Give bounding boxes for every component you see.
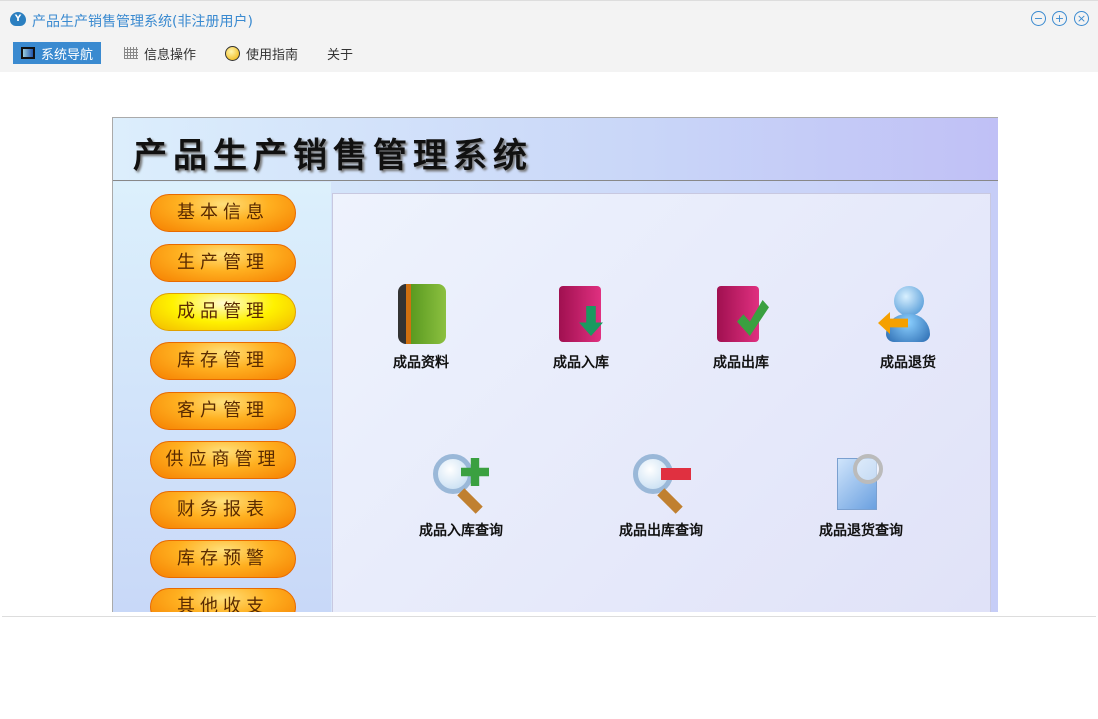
- system-title: 产品生产销售管理系统: [133, 136, 533, 176]
- menu-label: 信息操作: [144, 47, 197, 63]
- func-stock-out[interactable]: 成品出库: [676, 284, 806, 372]
- nav-financial-reports[interactable]: 财务报表: [150, 491, 296, 529]
- func-label: 成品退货查询: [819, 523, 903, 539]
- function-area: 成品资料 成品入库 成品出库 成品退货 成品入库查询 成品出库查询 成品退货查询: [332, 193, 991, 612]
- maximize-icon[interactable]: +: [1052, 11, 1067, 26]
- search-minus-icon: [631, 452, 691, 514]
- app-logo-icon: Y: [10, 12, 26, 26]
- menu-label: 关于: [327, 47, 354, 63]
- help-icon: [225, 45, 240, 61]
- menu-bar: 系统导航 信息操作 使用指南 关于: [0, 38, 1098, 72]
- nav-inventory[interactable]: 库存管理: [150, 342, 296, 380]
- monitor-icon: [21, 47, 35, 59]
- window-title: 产品生产销售管理系统(非注册用户): [32, 14, 253, 30]
- func-label: 成品入库查询: [419, 523, 503, 539]
- menu-info-operations[interactable]: 信息操作: [116, 42, 204, 64]
- minimize-icon[interactable]: −: [1031, 11, 1046, 26]
- nav-production[interactable]: 生产管理: [150, 244, 296, 282]
- nav-basic-info[interactable]: 基本信息: [150, 194, 296, 232]
- sidebar: 基本信息 生产管理 成品管理 库存管理 客户管理 供应商管理 财务报表 库存预警…: [113, 182, 331, 612]
- nav-suppliers[interactable]: 供应商管理: [150, 441, 296, 479]
- close-icon[interactable]: ×: [1074, 11, 1089, 26]
- func-label: 成品资料: [393, 355, 449, 371]
- folder-out-icon: [711, 284, 771, 346]
- system-header: 产品生产销售管理系统: [113, 118, 998, 181]
- nav-stock-alert[interactable]: 库存预警: [150, 540, 296, 578]
- func-product-info[interactable]: 成品资料: [356, 284, 486, 372]
- func-label: 成品出库: [713, 355, 769, 371]
- func-label: 成品退货: [880, 355, 936, 371]
- menu-system-navigation[interactable]: 系统导航: [13, 42, 102, 64]
- menu-user-guide[interactable]: 使用指南: [217, 42, 306, 64]
- menu-about[interactable]: 关于: [319, 42, 361, 64]
- menu-label: 系统导航: [41, 47, 94, 63]
- nav-finished-goods[interactable]: 成品管理: [150, 293, 296, 331]
- func-stock-in[interactable]: 成品入库: [516, 284, 646, 372]
- search-plus-icon: [431, 452, 491, 514]
- folder-in-icon: [551, 284, 611, 346]
- grid-icon: [124, 47, 138, 59]
- nav-other-income[interactable]: 其他收支: [150, 588, 296, 612]
- func-stock-in-query[interactable]: 成品入库查询: [396, 452, 526, 540]
- book-icon: [391, 284, 451, 346]
- func-label: 成品入库: [553, 355, 609, 371]
- document-search-icon: [831, 452, 891, 514]
- nav-customers[interactable]: 客户管理: [150, 392, 296, 430]
- main-panel: 产品生产销售管理系统 基本信息 生产管理 成品管理 库存管理 客户管理 供应商管…: [112, 117, 998, 612]
- func-returns-query[interactable]: 成品退货查询: [796, 452, 926, 540]
- menu-label: 使用指南: [246, 47, 299, 63]
- func-label: 成品出库查询: [619, 523, 703, 539]
- user-return-icon: [878, 284, 938, 346]
- func-stock-out-query[interactable]: 成品出库查询: [596, 452, 726, 540]
- title-bar: Y 产品生产销售管理系统(非注册用户) − + ×: [0, 0, 1098, 38]
- func-returns[interactable]: 成品退货: [843, 284, 973, 372]
